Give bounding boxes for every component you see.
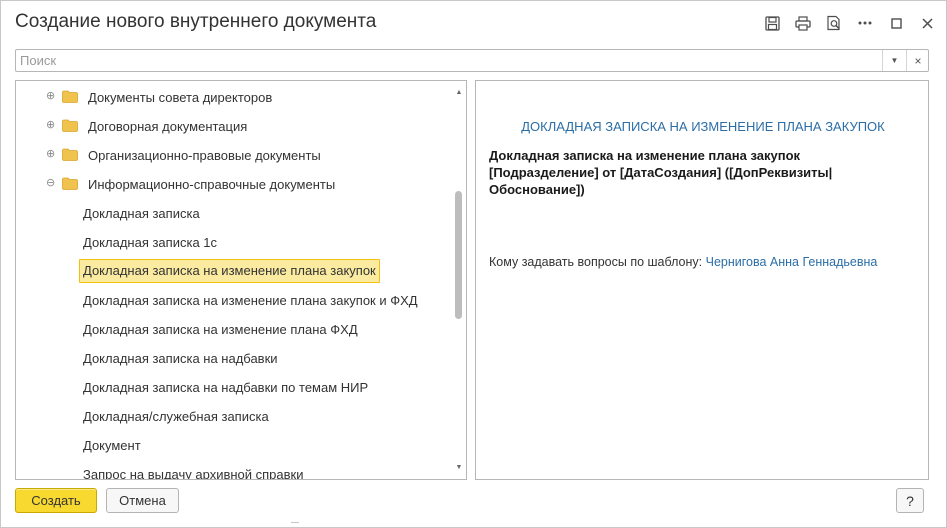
folder-icon: [62, 177, 78, 190]
expand-plus-icon[interactable]: ⊕: [46, 149, 55, 160]
tree-group-reference-documents[interactable]: ⊖ Информационно-справочные документы: [16, 173, 452, 195]
preview-heading: ДОКЛАДНАЯ ЗАПИСКА НА ИЗМЕНЕНИЕ ПЛАНА ЗАК…: [521, 119, 885, 134]
resize-grip[interactable]: [291, 522, 299, 528]
preview-icon[interactable]: [825, 14, 843, 32]
create-button[interactable]: Создать: [15, 488, 97, 513]
tree-group-label: Информационно-справочные документы: [88, 176, 336, 192]
search-dropdown-button[interactable]: ▼: [882, 50, 906, 71]
scroll-up-icon[interactable]: ▲: [452, 85, 466, 99]
cancel-button[interactable]: Отмена: [106, 488, 179, 513]
close-icon[interactable]: [918, 14, 936, 32]
template-preview: ДОКЛАДНАЯ ЗАПИСКА НА ИЗМЕНЕНИЕ ПЛАНА ЗАК…: [475, 80, 929, 480]
help-button[interactable]: ?: [896, 488, 924, 513]
maximize-icon[interactable]: [887, 14, 905, 32]
dialog-window: Создание нового внутреннего документа По…: [0, 0, 947, 528]
expand-plus-icon[interactable]: ⊕: [46, 120, 55, 131]
tree-scrollbar[interactable]: ▲ ▼: [452, 81, 466, 479]
tree-item-label: Докладная/служебная записка: [83, 408, 269, 424]
tree-group-label: Договорная документация: [88, 118, 248, 134]
scroll-down-icon[interactable]: ▼: [452, 460, 466, 474]
tree-item-label: Докладная записка на надбавки по темам Н…: [83, 379, 369, 395]
tree-item-label: Докладная записка: [83, 205, 200, 221]
tree-item[interactable]: Докладная записка 1с: [16, 231, 452, 253]
questions-contact-link[interactable]: Чернигова Анна Геннадьевна: [706, 255, 878, 269]
tree-item-label: Докладная записка на изменение плана зак…: [83, 292, 418, 308]
tree-group-label: Организационно-правовые документы: [88, 147, 321, 163]
print-icon[interactable]: [794, 14, 812, 32]
template-tree: ⊕ Документы совета директоров ⊕ Договорн…: [15, 80, 467, 480]
more-icon[interactable]: [856, 14, 874, 32]
tree-item[interactable]: Докладная записка на надбавки по темам Н…: [16, 376, 452, 398]
folder-icon: [62, 119, 78, 132]
tree-group-label: Документы совета директоров: [88, 89, 273, 105]
tree-item-label: Запрос на выдачу архивной справки: [83, 466, 304, 480]
folder-icon: [62, 148, 78, 161]
tree-group-board-documents[interactable]: ⊕ Документы совета директоров: [16, 86, 452, 108]
questions-label: Кому задавать вопросы по шаблону:: [489, 255, 703, 269]
search-clear-button[interactable]: ×: [906, 50, 929, 71]
collapse-minus-icon[interactable]: ⊖: [46, 178, 55, 189]
search-input[interactable]: [16, 50, 882, 71]
window-title: Создание нового внутреннего документа: [15, 11, 377, 32]
tree-item[interactable]: Докладная записка на надбавки: [16, 347, 452, 369]
expand-plus-icon[interactable]: ⊕: [46, 91, 55, 102]
title-bar: Создание нового внутреннего документа: [1, 1, 946, 45]
tree-item[interactable]: Докладная записка на изменение плана ФХД: [16, 318, 452, 340]
tree-item[interactable]: Докладная/служебная записка: [16, 405, 452, 427]
folder-icon: [62, 90, 78, 103]
tree-item-label: Докладная записка 1с: [83, 234, 218, 250]
tree-item[interactable]: Докладная записка: [16, 202, 452, 224]
tree-item[interactable]: Докладная записка на изменение плана зак…: [16, 289, 452, 311]
preview-questions: Кому задавать вопросы по шаблону: Черниг…: [489, 255, 877, 269]
tree-item-label: Докладная записка на надбавки: [83, 350, 278, 366]
search-box: ▼ ×: [15, 49, 929, 72]
preview-body: Докладная записка на изменение плана зак…: [489, 148, 833, 197]
tree-item[interactable]: Запрос на выдачу архивной справки: [16, 463, 452, 480]
scroll-thumb[interactable]: [455, 191, 462, 319]
tree-group-contract-documents[interactable]: ⊕ Договорная документация: [16, 115, 452, 137]
save-icon[interactable]: [763, 14, 781, 32]
tree-item-label: Документ: [83, 437, 141, 453]
tree-item-label: Докладная записка на изменение плана зак…: [83, 263, 376, 278]
tree-group-legal-documents[interactable]: ⊕ Организационно-правовые документы: [16, 144, 452, 166]
tree-item-label: Докладная записка на изменение плана ФХД: [83, 321, 358, 337]
title-bar-controls: [750, 14, 936, 32]
tree-item[interactable]: Документ: [16, 434, 452, 456]
tree-item-selected[interactable]: Докладная записка на изменение плана зак…: [16, 259, 452, 283]
